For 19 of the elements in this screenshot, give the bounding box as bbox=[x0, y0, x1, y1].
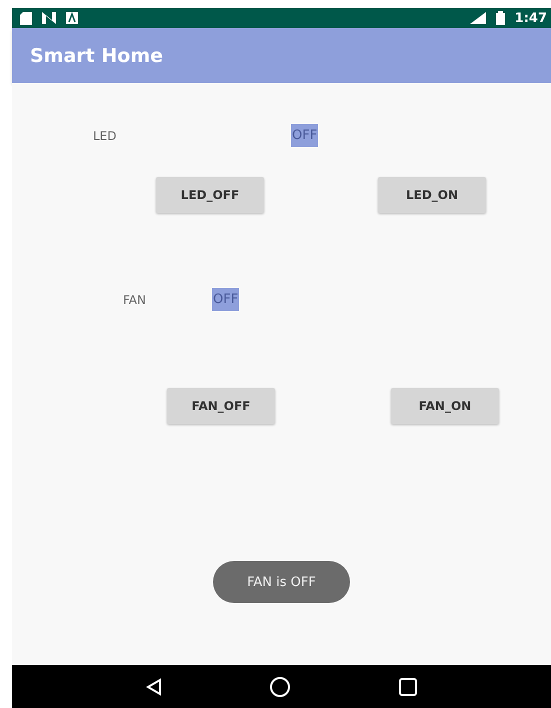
toggle-button[interactable]: FAN_OFF bbox=[167, 388, 275, 424]
device-label: LED bbox=[93, 128, 118, 142]
notification-icon bbox=[66, 12, 78, 24]
toast-message: FAN is OFF bbox=[213, 561, 350, 603]
toggle-button[interactable]: LED_ON bbox=[378, 177, 486, 213]
sd-card-icon bbox=[20, 12, 32, 24]
device-label: FAN bbox=[123, 292, 147, 306]
device-status: OFF bbox=[212, 288, 240, 311]
toggle-button[interactable]: FAN_ON bbox=[391, 388, 499, 424]
network-icon bbox=[42, 12, 56, 24]
recents-icon[interactable] bbox=[399, 678, 418, 696]
device-status: OFF bbox=[291, 124, 318, 147]
status-time: 1:47 bbox=[514, 10, 547, 26]
app-title: Smart Home bbox=[30, 44, 164, 66]
home-icon[interactable] bbox=[269, 676, 292, 698]
toggle-button[interactable]: LED_OFF bbox=[156, 177, 264, 213]
signal-icon bbox=[470, 12, 486, 24]
battery-icon bbox=[496, 11, 505, 25]
back-icon[interactable] bbox=[146, 678, 162, 696]
